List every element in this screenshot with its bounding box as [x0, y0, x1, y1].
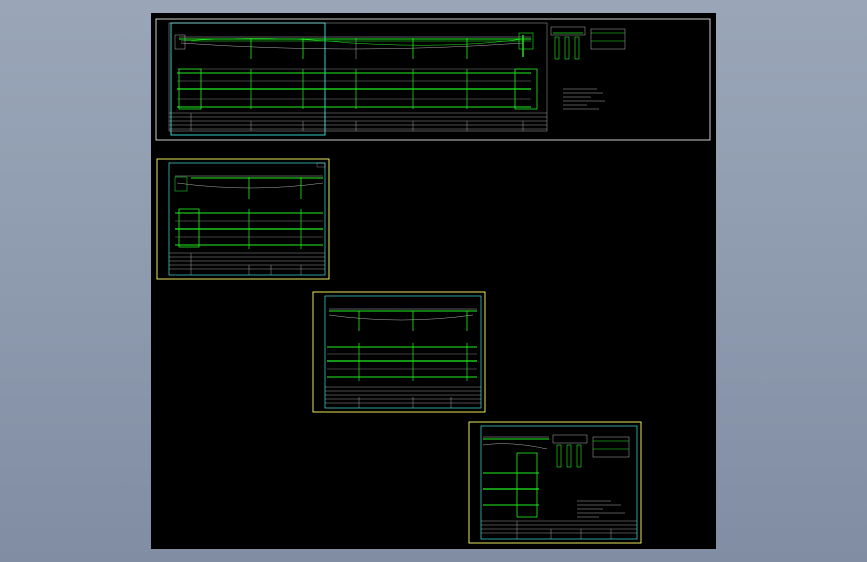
sheet-2-frame: [312, 291, 486, 413]
sheet-3-details-right[interactable]: [468, 421, 642, 544]
sheet-2-elevation-plan-middle[interactable]: [312, 291, 486, 413]
overview-sheet[interactable]: [155, 18, 711, 141]
overview-elevation: [174, 32, 534, 59]
sheet-1-elevation-plan-left[interactable]: [156, 158, 330, 280]
selection-window: [170, 22, 326, 136]
overview-plan: [177, 68, 538, 110]
cad-model-space[interactable]: [151, 13, 716, 549]
overview-details: [550, 26, 626, 110]
overview-data-table: [169, 112, 547, 131]
drawing-svg[interactable]: [151, 13, 716, 549]
